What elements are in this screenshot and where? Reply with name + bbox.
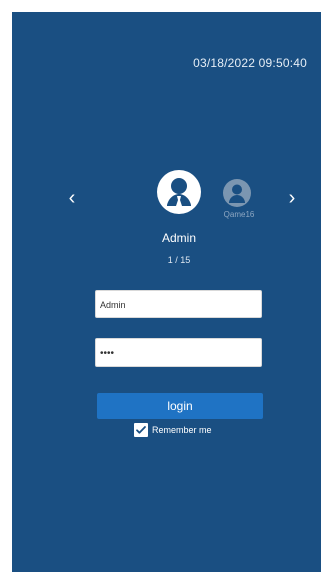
chevron-right-icon: › [288,187,296,209]
secondary-user-avatar[interactable] [223,179,251,207]
checkmark-icon [136,426,146,434]
password-value: •••• [100,348,115,359]
username-value: Admin [100,300,126,310]
remember-me-checkbox[interactable] [134,423,148,437]
login-button[interactable]: login [97,393,263,419]
previous-user-button[interactable]: ‹ [64,187,80,209]
user-admin-icon [167,178,191,206]
admin-avatar[interactable] [157,170,201,214]
datetime-display: 03/18/2022 09:50:40 [193,56,307,70]
username-input[interactable]: Admin [95,290,262,318]
secondary-user-name: Qame16 [223,210,255,219]
password-input[interactable]: •••• [95,338,262,367]
login-screen: 03/18/2022 09:50:40 ‹ › Admin Qame16 1 /… [12,12,321,572]
next-user-button[interactable]: › [284,187,300,209]
remember-me-toggle[interactable]: Remember me [134,423,212,437]
chevron-left-icon: ‹ [68,187,76,209]
remember-me-label: Remember me [152,425,212,435]
user-index: 1 / 15 [167,255,191,265]
selected-user-name: Admin [161,231,196,245]
user-icon [229,184,245,203]
